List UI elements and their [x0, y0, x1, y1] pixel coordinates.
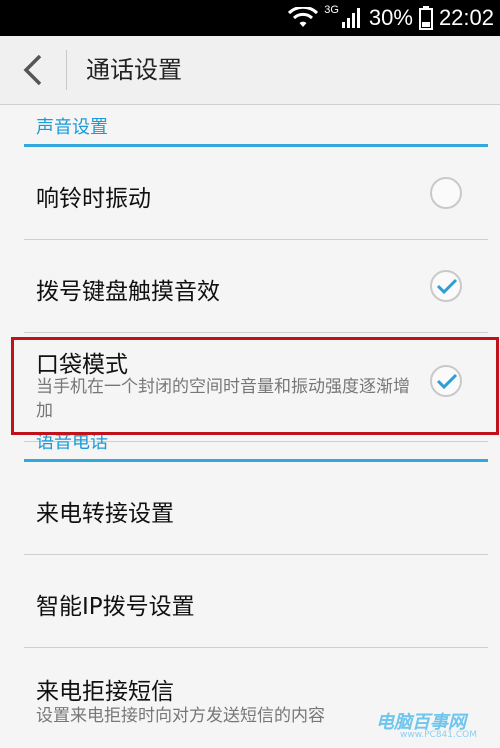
touch-tones-checkbox[interactable] — [430, 270, 462, 302]
battery-icon — [418, 6, 433, 30]
setting-call-forwarding[interactable]: 来电转接设置 — [24, 462, 488, 555]
page-title: 通话设置 — [86, 56, 182, 84]
watermark-url: www.PC841.COM — [400, 730, 478, 740]
section-header-sound: 声音设置 — [0, 105, 500, 147]
highlight-box — [11, 337, 499, 435]
battery-percent: 30% — [368, 5, 413, 30]
setting-smart-ip-dialing[interactable]: 智能IP拨号设置 — [24, 555, 488, 648]
clock: 22:02 — [438, 5, 494, 30]
status-bar: 3G 30% 22:02 — [0, 0, 500, 36]
back-button[interactable] — [20, 54, 50, 86]
network-type: 3G — [324, 4, 339, 16]
action-bar: 通话设置 — [0, 36, 500, 105]
setting-title: 来电转接设置 — [36, 501, 174, 527]
setting-vibrate-when-ringing[interactable]: 响铃时振动 — [24, 147, 488, 240]
setting-title: 拨号键盘触摸音效 — [36, 279, 220, 305]
setting-title: 智能IP拨号设置 — [36, 594, 195, 620]
check-icon — [436, 278, 458, 295]
setting-title: 来电拒接短信 — [36, 679, 174, 705]
setting-summary: 设置来电拒接时向对方发送短信的内容 — [36, 706, 325, 726]
vibrate-checkbox[interactable] — [430, 177, 462, 209]
section-title: 声音设置 — [36, 117, 108, 138]
chevron-left-icon — [23, 54, 42, 86]
action-bar-divider — [66, 50, 67, 90]
setting-dialpad-touch-tones[interactable]: 拨号键盘触摸音效 — [24, 240, 488, 333]
wifi-icon — [288, 7, 319, 27]
signal-icon — [341, 8, 360, 28]
setting-title: 响铃时振动 — [36, 186, 151, 212]
